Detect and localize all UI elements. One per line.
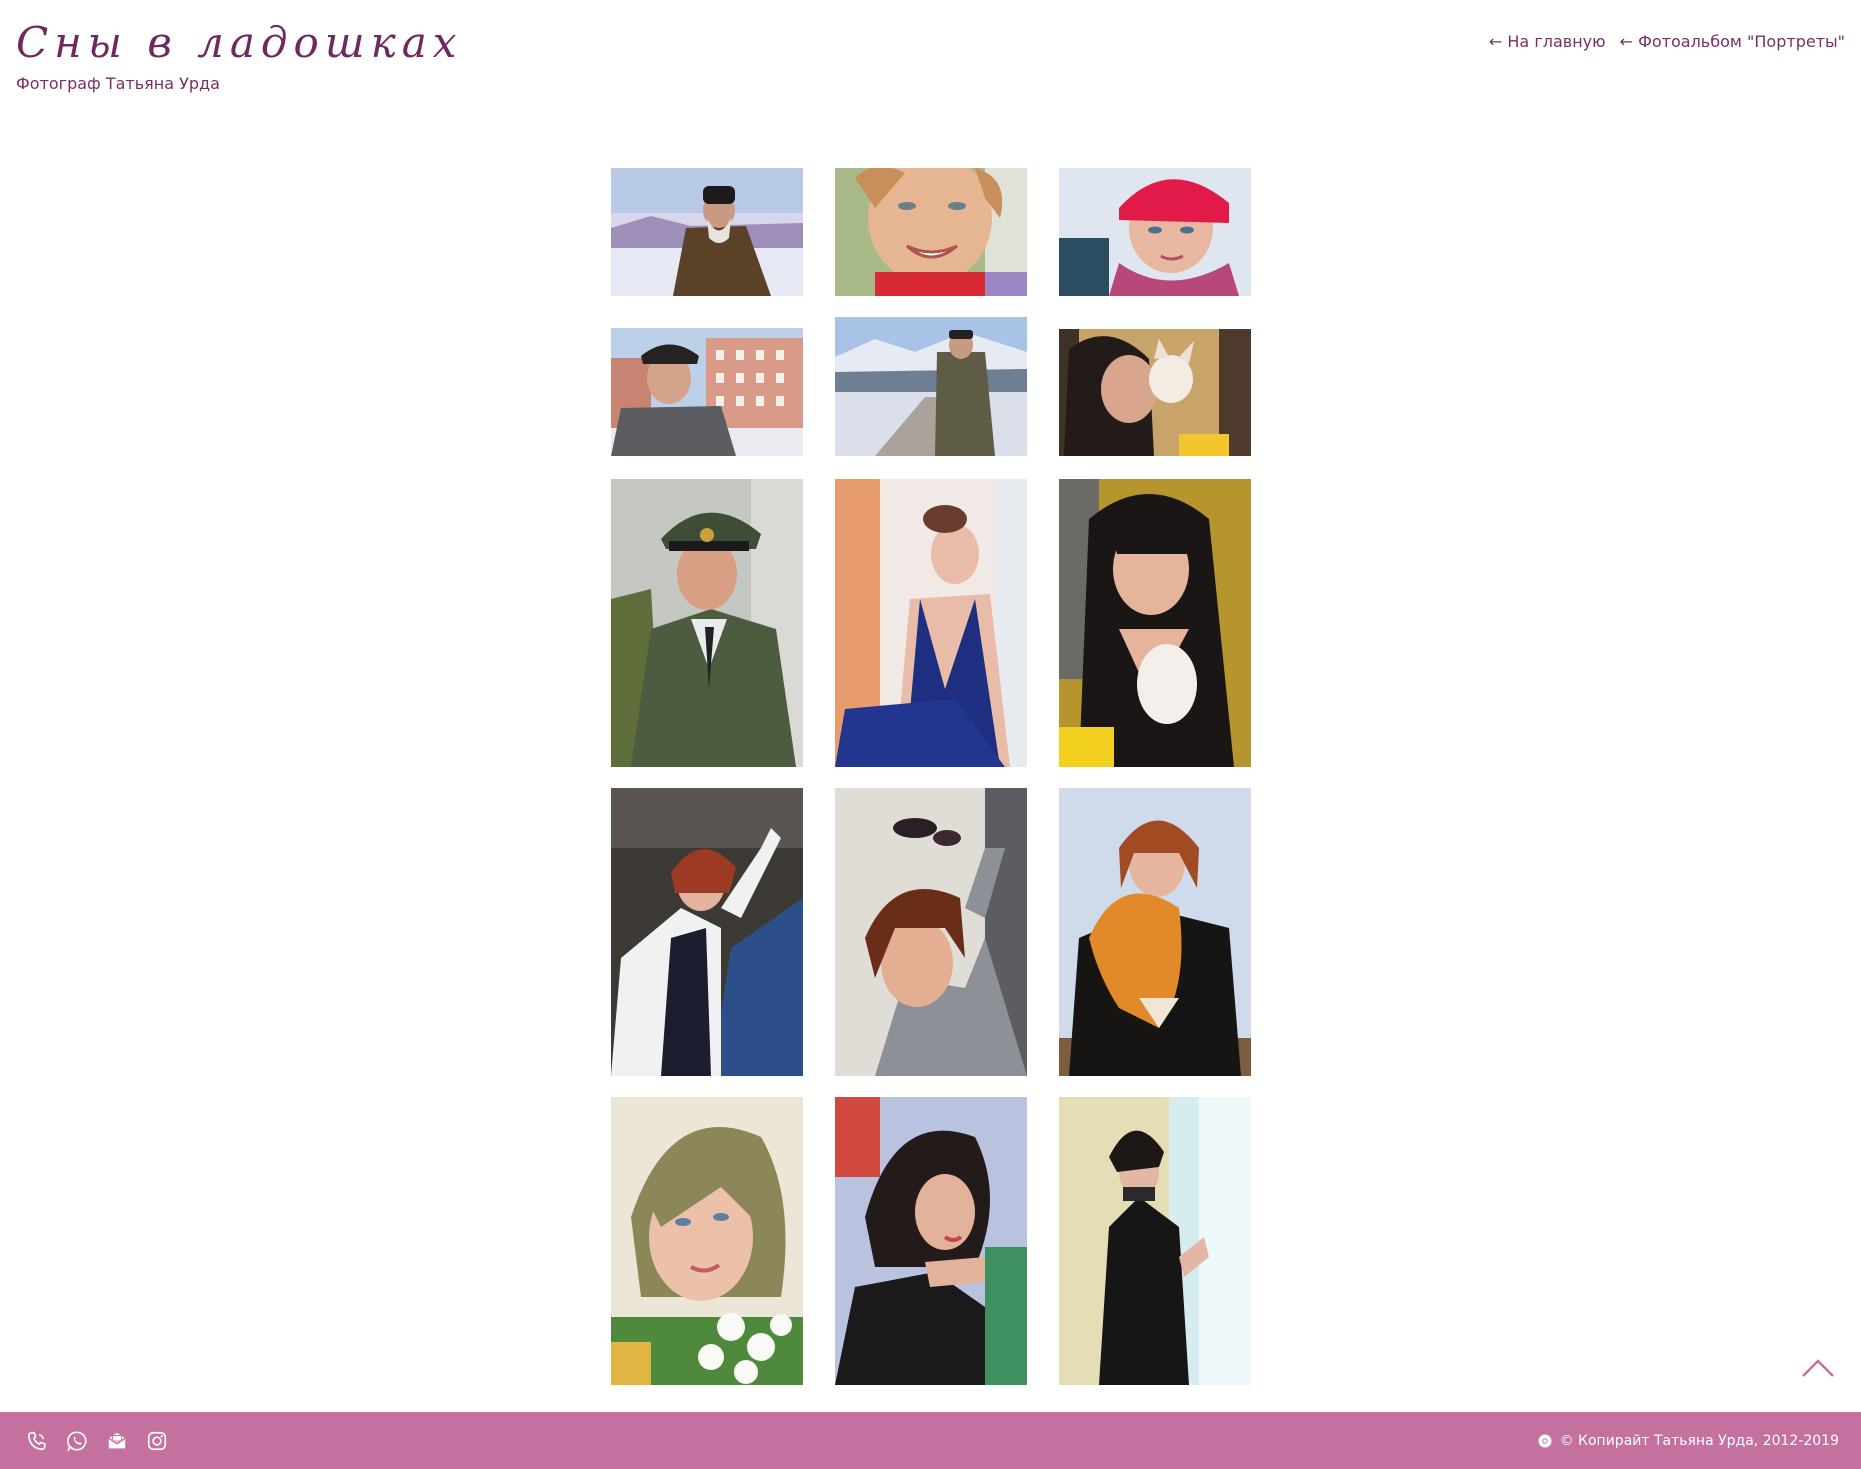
photo-man-cap-city-image	[611, 328, 803, 456]
copyright: © Копирайт Татьяна Урда, 2012-2019	[1538, 1433, 1839, 1449]
photo-officer-uniform-image	[611, 479, 803, 767]
photo-woman-holding-dog-image	[1059, 479, 1251, 767]
photo-woman-sunglasses[interactable]	[835, 788, 1027, 1076]
whatsapp-icon[interactable]	[66, 1430, 88, 1452]
photo-woman-blue-dress-image	[835, 479, 1027, 767]
photo-woman-kissing-dog-image	[1059, 329, 1251, 456]
photo-priest-winter-image	[611, 168, 803, 296]
photo-man-snowy-road-image	[835, 317, 1027, 456]
photo-woman-sunglasses-image	[835, 788, 1027, 1076]
mail-icon[interactable]	[106, 1430, 128, 1452]
photo-woman-blue-dress[interactable]	[835, 479, 1027, 767]
photo-woman-chin-hand[interactable]	[835, 1097, 1027, 1385]
photo-woman-window[interactable]	[1059, 1097, 1251, 1385]
site-footer: © Копирайт Татьяна Урда, 2012-2019	[0, 1412, 1861, 1469]
photo-woman-holding-dog[interactable]	[1059, 479, 1251, 767]
photo-woman-kissing-dog[interactable]	[1059, 329, 1251, 456]
photo-woman-fox-image	[1059, 788, 1251, 1076]
site-header: Сны в ладошках Фотограф Татьяна Урда	[16, 14, 462, 93]
nav-home-link[interactable]: ← На главную	[1489, 32, 1606, 51]
photo-woman-flowers-image	[611, 1097, 803, 1385]
photo-woman-smiling-image	[835, 168, 1027, 296]
photo-priest-winter[interactable]	[611, 168, 803, 296]
photo-woman-red-hat[interactable]	[1059, 168, 1251, 296]
photo-woman-flowers[interactable]	[611, 1097, 803, 1385]
photo-woman-window-image	[1059, 1097, 1251, 1385]
copyright-text: © Копирайт Татьяна Урда, 2012-2019	[1559, 1432, 1839, 1449]
site-title[interactable]: Сны в ладошках	[16, 14, 462, 72]
top-nav: ← На главную ← Фотоальбом "Портреты"	[1489, 32, 1845, 51]
site-subtitle: Фотограф Татьяна Урда	[16, 74, 220, 93]
photo-woman-white-jacket-image	[611, 788, 803, 1076]
instagram-icon[interactable]	[146, 1430, 168, 1452]
photo-man-cap-city[interactable]	[611, 328, 803, 456]
photo-woman-chin-hand-image	[835, 1097, 1027, 1385]
phone-icon[interactable]	[26, 1430, 48, 1452]
photo-woman-smiling[interactable]	[835, 168, 1027, 296]
scroll-to-top-icon[interactable]	[1801, 1356, 1835, 1378]
photo-woman-red-hat-image	[1059, 168, 1251, 296]
photo-officer-uniform[interactable]	[611, 479, 803, 767]
photo-man-snowy-road[interactable]	[835, 317, 1027, 456]
photo-woman-white-jacket[interactable]	[611, 788, 803, 1076]
chrome-icon	[1538, 1434, 1552, 1447]
nav-album-link[interactable]: ← Фотоальбом "Портреты"	[1620, 32, 1845, 51]
footer-contacts	[26, 1430, 168, 1452]
page: Сны в ладошках Фотограф Татьяна Урда ← Н…	[0, 0, 1861, 1469]
photo-woman-fox[interactable]	[1059, 788, 1251, 1076]
